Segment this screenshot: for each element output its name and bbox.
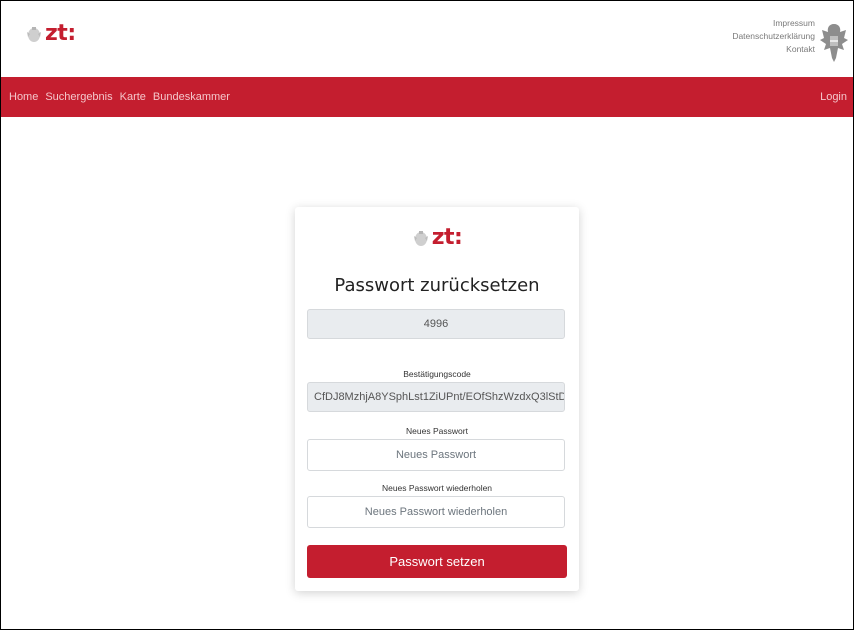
coat-of-arms-icon — [820, 24, 848, 62]
austrian-eagle-icon — [27, 27, 41, 42]
confirmation-code-field: CfDJ8MzhjA8YSphLst1ZiUPnt/EOfShzWzdxQ3lS… — [307, 382, 565, 412]
new-password-input[interactable]: Neues Passwort — [307, 439, 565, 471]
nav-suchergebnis[interactable]: Suchergebnis — [45, 91, 112, 103]
kontakt-link[interactable]: Kontakt — [732, 43, 815, 56]
top-links: Impressum Datenschutzerklärung Kontakt — [732, 17, 815, 56]
code-label: Bestätigungscode — [403, 369, 471, 379]
logo-text: zt: — [45, 21, 76, 46]
nav-login[interactable]: Login — [820, 77, 847, 117]
austrian-eagle-icon — [413, 231, 428, 246]
set-password-button[interactable]: Passwort setzen — [307, 545, 567, 578]
nav-karte[interactable]: Karte — [120, 91, 146, 103]
user-id-field: 4996 — [307, 309, 565, 339]
repeat-password-input[interactable]: Neues Passwort wiederholen — [307, 496, 565, 528]
card-logo: zt: — [295, 227, 579, 249]
new-password-label: Neues Passwort — [406, 426, 468, 436]
main-navbar: Home Suchergebnis Karte Bundeskammer Log… — [1, 77, 853, 117]
card-logo-text: zt: — [431, 225, 463, 250]
repeat-password-label: Neues Passwort wiederholen — [381, 483, 493, 493]
site-logo[interactable]: zt: — [25, 23, 76, 45]
datenschutz-link[interactable]: Datenschutzerklärung — [732, 30, 815, 43]
page-title: Passwort zurücksetzen — [334, 275, 540, 296]
nav-home[interactable]: Home — [9, 91, 38, 103]
nav-items: Home Suchergebnis Karte Bundeskammer — [9, 77, 237, 117]
impressum-link[interactable]: Impressum — [732, 17, 815, 30]
page: zt: Impressum Datenschutzerklärung Konta… — [0, 0, 854, 630]
top-header: zt: Impressum Datenschutzerklärung Konta… — [1, 1, 853, 77]
password-reset-card: zt: Passwort zurücksetzen 4996 Bestätigu… — [295, 207, 579, 591]
nav-bundeskammer[interactable]: Bundeskammer — [153, 91, 230, 103]
